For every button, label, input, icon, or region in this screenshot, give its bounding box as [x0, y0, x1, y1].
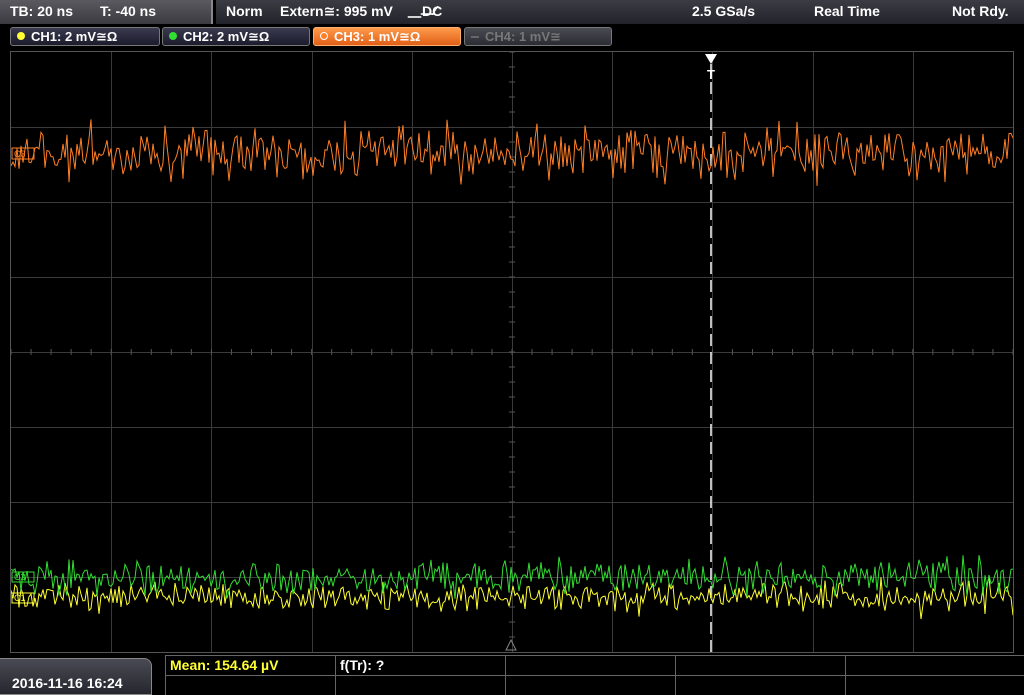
status-bar: TB: 20 ns T: -40 ns Norm Extern≅: 995 mV… — [0, 0, 1024, 24]
trigger-position-marker-icon[interactable] — [705, 54, 717, 64]
measurement-slot-10[interactable] — [845, 675, 1024, 695]
trigger-mode-label[interactable]: Norm — [226, 3, 263, 19]
channel-4-label: CH4: 1 mV≅ — [485, 29, 561, 44]
measurement-slot-5[interactable] — [845, 655, 1024, 675]
channel-2-indicator-icon — [169, 32, 177, 40]
channel-3-indicator-icon — [320, 32, 328, 40]
acquisition-mode-label[interactable]: Real Time — [814, 3, 880, 19]
channel-1-indicator-icon — [17, 32, 25, 40]
horizontal-position-marker-icon[interactable] — [505, 638, 517, 651]
measurement-slot-7[interactable] — [335, 675, 505, 695]
waveform-canvas[interactable]: T C3 C2 C1 — [11, 52, 1013, 652]
trigger-offset-label[interactable]: T: -40 ns — [100, 3, 156, 19]
channel-4-tab[interactable]: CH4: 1 mV≅ — [464, 27, 612, 46]
measurement-slot-9[interactable] — [675, 675, 845, 695]
waveform-display[interactable]: T C3 C2 C1 — [10, 51, 1014, 653]
trigger-panel[interactable]: Norm Extern≅: 995 mV ⎽⎼⁄ DC 2.5 GSa/s Re… — [216, 0, 1024, 24]
channel-3-offset-marker[interactable]: C3 — [11, 147, 35, 160]
measurement-slot-8[interactable] — [505, 675, 675, 695]
channel-4-indicator-icon — [471, 36, 479, 38]
channel-1-marker-label: C1 — [14, 593, 26, 603]
channel-2-tab[interactable]: CH2: 2 mV≅Ω — [162, 27, 310, 46]
channel-3-marker-label: C3 — [14, 149, 26, 159]
measurement-slot-3[interactable] — [505, 655, 675, 675]
trigger-marker-label: T — [707, 67, 715, 82]
sample-rate-label[interactable]: 2.5 GSa/s — [692, 3, 755, 19]
measurement-panel[interactable]: Mean: 154.64 µV f(Tr): ? — [165, 655, 1024, 695]
graticule — [11, 52, 1013, 652]
channel-1-tab[interactable]: CH1: 2 mV≅Ω — [10, 27, 160, 46]
measurement-ftr[interactable]: f(Tr): ? — [335, 655, 505, 675]
measurement-slot-6[interactable] — [165, 675, 335, 695]
channel-3-tab[interactable]: CH3: 1 mV≅Ω — [313, 27, 461, 46]
channel-1-label: CH1: 2 mV≅Ω — [31, 29, 118, 44]
timebase-label[interactable]: TB: 20 ns — [10, 3, 73, 19]
run-state-label: Not Rdy. — [952, 3, 1009, 19]
channel-2-marker-label: C2 — [14, 572, 26, 582]
trigger-coupling-label[interactable]: DC — [422, 3, 442, 19]
measurement-mean[interactable]: Mean: 154.64 µV — [165, 655, 335, 675]
trigger-source-label[interactable]: Extern≅: 995 mV — [280, 3, 393, 20]
channel-3-label: CH3: 1 mV≅Ω — [334, 29, 421, 44]
datetime-display: 2016-11-16 16:24 — [0, 658, 152, 695]
measurement-slot-4[interactable] — [675, 655, 845, 675]
channel-2-label: CH2: 2 mV≅Ω — [183, 29, 270, 44]
timebase-panel[interactable]: TB: 20 ns T: -40 ns — [0, 0, 213, 24]
